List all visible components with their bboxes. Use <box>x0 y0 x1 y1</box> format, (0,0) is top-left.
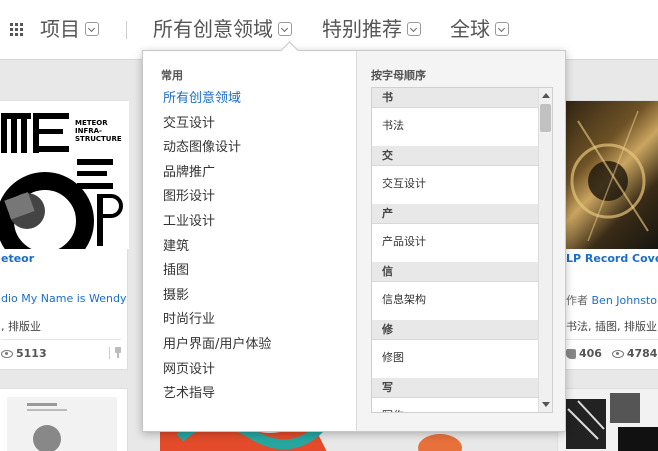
field-item[interactable]: 图形设计 <box>163 185 271 210</box>
project-thumbnail[interactable]: METEOR INFRA- STRUCTURE <box>0 101 129 249</box>
field-item[interactable]: 时尚行业 <box>163 308 271 333</box>
field-item[interactable]: 艺术指导 <box>163 382 271 407</box>
alphabetical-heading: 按字母顺序 <box>371 69 426 82</box>
alpha-letter: 书 <box>372 88 552 108</box>
field-item[interactable]: 摄影 <box>163 284 271 309</box>
project-stats: 406 4784 <box>566 339 658 360</box>
field-item[interactable]: 用户界面/用户体验 <box>163 333 271 358</box>
alphabetical-list[interactable]: 书 书法 交 交互设计 产 产品设计 信 信息架构 修 修图 写 写作 <box>371 87 553 413</box>
like-count: 406 <box>579 347 602 360</box>
field-item[interactable]: 修图 <box>372 340 552 376</box>
common-fields-list: 所有创意领域 交互设计 动态图像设计 品牌推广 图形设计 工业设计 建筑 插图 … <box>163 87 271 407</box>
alpha-group: 写 写作 <box>372 378 552 412</box>
common-fields-column: 常用 所有创意领域 交互设计 动态图像设计 品牌推广 图形设计 工业设计 建筑 … <box>143 51 356 431</box>
alpha-group: 书 书法 <box>372 88 552 146</box>
nav-creative-fields[interactable]: 所有创意领域 <box>153 14 292 44</box>
alpha-letter: 交 <box>372 146 552 166</box>
field-item[interactable]: 品牌推广 <box>163 161 271 186</box>
pin-icon[interactable] <box>109 347 119 359</box>
project-fields: 书法, 插图, 排版业 <box>566 320 657 333</box>
field-item[interactable]: 建筑 <box>163 235 271 260</box>
nav-featured[interactable]: 特别推荐 <box>322 14 421 44</box>
project-title[interactable]: eteor <box>1 252 34 265</box>
scroll-thumb[interactable] <box>540 104 551 132</box>
scroll-down-icon[interactable] <box>542 402 550 407</box>
field-item[interactable]: 插图 <box>163 259 271 284</box>
field-item[interactable]: 交互设计 <box>163 112 271 137</box>
alpha-group: 产 产品设计 <box>372 204 552 262</box>
field-item[interactable]: 工业设计 <box>163 210 271 235</box>
alpha-group: 修 修图 <box>372 320 552 378</box>
poster-text: INFRA- <box>75 127 102 135</box>
field-item[interactable]: 交互设计 <box>372 166 552 202</box>
project-title[interactable]: LP Record Cover <box>566 252 658 265</box>
field-item[interactable]: 产品设计 <box>372 224 552 260</box>
project-card[interactable]: METEOR INFRA- STRUCTURE eteor dio My Nam… <box>0 100 129 370</box>
alpha-letter: 写 <box>372 378 552 398</box>
poster-text: STRUCTURE <box>75 135 122 143</box>
nav-projects[interactable]: 项目 <box>40 14 99 44</box>
project-stats: 5113 <box>1 339 121 360</box>
chevron-down-icon <box>407 21 421 36</box>
alpha-group: 交 交互设计 <box>372 146 552 204</box>
like-icon <box>566 349 576 359</box>
grid-menu-icon[interactable] <box>10 23 23 36</box>
nav-divider <box>126 21 127 39</box>
project-fields: , 排版业 <box>1 320 41 333</box>
field-item[interactable]: 动态图像设计 <box>163 136 271 161</box>
poster-text: METEOR <box>75 119 108 127</box>
field-item[interactable]: 写作 <box>372 398 552 412</box>
chevron-down-icon <box>278 21 292 36</box>
chevron-down-icon <box>495 21 509 36</box>
project-card[interactable]: LP Record Cover 作者 Ben Johnston 书法, 插图, … <box>557 100 658 370</box>
chevron-down-icon <box>85 21 99 36</box>
eye-icon <box>1 350 13 358</box>
scroll-up-icon[interactable] <box>542 93 550 98</box>
alpha-group: 信 信息架构 <box>372 262 552 320</box>
scrollbar[interactable] <box>538 88 552 412</box>
project-card[interactable] <box>0 388 128 451</box>
field-item[interactable]: 信息架构 <box>372 282 552 318</box>
project-thumbnail[interactable] <box>558 101 658 249</box>
common-heading: 常用 <box>161 69 183 82</box>
field-item[interactable]: 网页设计 <box>163 358 271 383</box>
alpha-letter: 修 <box>372 320 552 340</box>
nav-region[interactable]: 全球 <box>450 14 509 44</box>
eye-icon <box>611 350 624 358</box>
creative-fields-dropdown: 常用 所有创意领域 交互设计 动态图像设计 品牌推广 图形设计 工业设计 建筑 … <box>142 50 566 432</box>
alpha-letter: 信 <box>372 262 552 282</box>
view-count: 4784 <box>626 347 658 360</box>
alpha-letter: 产 <box>372 204 552 224</box>
alphabetical-column: 按字母顺序 书 书法 交 交互设计 产 产品设计 信 信息架构 修 修图 写 <box>356 51 565 431</box>
project-owner: 作者 Ben Johnston <box>566 292 658 308</box>
owner-link[interactable]: Ben Johnston <box>592 294 658 307</box>
project-card[interactable] <box>557 388 658 451</box>
project-owner[interactable]: dio My Name is Wendy <box>1 292 126 305</box>
view-count: 5113 <box>16 347 47 360</box>
field-item[interactable]: 书法 <box>372 108 552 144</box>
field-item[interactable]: 所有创意领域 <box>163 87 271 112</box>
